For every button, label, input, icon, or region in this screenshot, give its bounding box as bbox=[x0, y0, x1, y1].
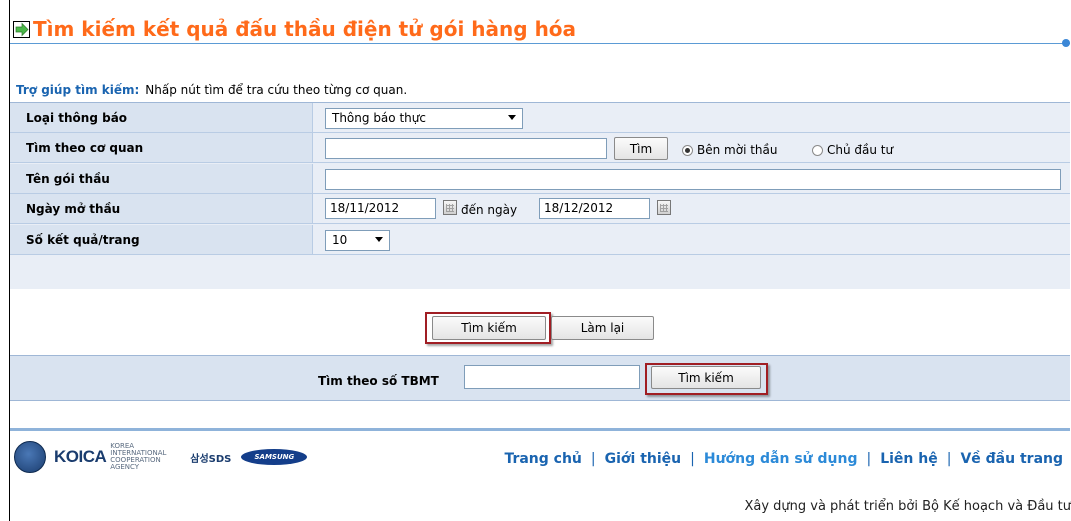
radio-bidder[interactable]: Bên mời thầu bbox=[682, 143, 777, 157]
radio-investor-label: Chủ đầu tư bbox=[827, 143, 894, 157]
radio-unchecked-icon bbox=[812, 144, 823, 156]
notice-type-label: Loại thông báo bbox=[26, 111, 128, 125]
radio-investor[interactable]: Chủ đầu tư bbox=[812, 143, 893, 157]
row-notice-type: Loại thông báo Thông báo thực bbox=[10, 103, 1070, 133]
sponsor-logos: KOICA KOREA INTERNATIONAL COOPERATION AG… bbox=[14, 440, 308, 474]
search-form: Loại thông báo Thông báo thực Tìm theo c… bbox=[10, 102, 1070, 290]
reset-button[interactable]: Làm lại bbox=[551, 316, 654, 340]
footer-credit: Xây dựng và phát triển bởi Bộ Kế hoạch v… bbox=[744, 499, 1071, 514]
date-to-label: đến ngày bbox=[461, 203, 518, 217]
tbmt-input[interactable] bbox=[464, 365, 640, 389]
nav-separator: | bbox=[690, 451, 695, 467]
tbmt-search-band: Tìm theo số TBMT bbox=[10, 355, 1070, 401]
footer-link-guide[interactable]: Hướng dẫn sử dụng bbox=[704, 451, 858, 467]
calendar-icon[interactable] bbox=[443, 200, 457, 215]
nav-separator: | bbox=[590, 451, 596, 467]
row-agency: Tìm theo cơ quan Tìm Bên mời thầu Chủ đầ… bbox=[10, 133, 1070, 163]
title-dot bbox=[1062, 39, 1070, 47]
per-page-value: 10 bbox=[332, 233, 348, 247]
footer-link-contact[interactable]: Liên hệ bbox=[880, 451, 938, 467]
search-button[interactable]: Tìm kiếm bbox=[432, 316, 546, 340]
package-name-label: Tên gói thầu bbox=[26, 172, 110, 186]
footer-link-top[interactable]: Về đầu trang bbox=[960, 451, 1063, 467]
package-name-input[interactable] bbox=[325, 169, 1061, 190]
help-label: Trợ giúp tìm kiếm: bbox=[16, 83, 140, 97]
page-title: Tìm kiếm kết quả đấu thầu điện tử gói hà… bbox=[33, 17, 577, 41]
page-title-bar: Tìm kiếm kết quả đấu thầu điện tử gói hà… bbox=[13, 14, 576, 44]
title-underline bbox=[10, 43, 1070, 44]
agency-search-button[interactable]: Tìm bbox=[614, 137, 668, 160]
open-date-label: Ngày mở thầu bbox=[26, 202, 121, 216]
per-page-label: Số kết quả/trang bbox=[26, 233, 140, 247]
radio-checked-icon bbox=[682, 144, 693, 156]
radio-bidder-label: Bên mời thầu bbox=[697, 143, 778, 157]
green-arrow-icon bbox=[13, 20, 30, 38]
date-to-input[interactable]: 18/12/2012 bbox=[539, 198, 650, 219]
date-from-input[interactable]: 18/11/2012 bbox=[325, 198, 436, 219]
row-open-date: Ngày mở thầu 18/11/2012 đến ngày 18/12/2… bbox=[10, 194, 1070, 224]
nav-separator: | bbox=[866, 451, 872, 467]
notice-type-value: Thông báo thực bbox=[332, 111, 426, 125]
tbmt-label: Tìm theo số TBMT bbox=[318, 374, 439, 388]
calendar-icon[interactable] bbox=[657, 200, 671, 215]
notice-type-select[interactable]: Thông báo thực bbox=[325, 108, 523, 129]
mpi-logo-icon bbox=[14, 441, 46, 473]
help-text: Nhấp nút tìm để tra cứu theo từng cơ qua… bbox=[145, 83, 408, 97]
nav-separator: | bbox=[946, 451, 952, 467]
agency-label: Tìm theo cơ quan bbox=[26, 141, 144, 155]
samsung-logo: SAMSUNG bbox=[241, 449, 308, 465]
chevron-down-icon bbox=[375, 237, 383, 242]
chevron-down-icon bbox=[508, 115, 516, 120]
footer-link-about[interactable]: Giới thiệu bbox=[605, 451, 682, 467]
agency-input[interactable] bbox=[325, 138, 607, 159]
footer-separator bbox=[10, 428, 1070, 431]
footer-nav: Trang chủ | Giới thiệu | Hướng dẫn sử dụ… bbox=[504, 451, 1063, 467]
search-help: Trợ giúp tìm kiếm: Nhấp nút tìm để tra cứ… bbox=[16, 83, 407, 97]
koica-logo: KOICA bbox=[54, 447, 107, 466]
row-package-name: Tên gói thầu bbox=[10, 164, 1070, 194]
koica-sub-text: KOREA INTERNATIONAL COOPERATION AGENCY bbox=[110, 442, 167, 471]
per-page-select[interactable]: 10 bbox=[325, 230, 390, 251]
footer-link-home[interactable]: Trang chủ bbox=[504, 451, 581, 467]
tbmt-search-button[interactable]: Tìm kiếm bbox=[651, 366, 761, 389]
row-per-page: Số kết quả/trang 10 bbox=[10, 225, 1070, 255]
samsung-sds-logo: 삼성SDS bbox=[190, 453, 232, 465]
